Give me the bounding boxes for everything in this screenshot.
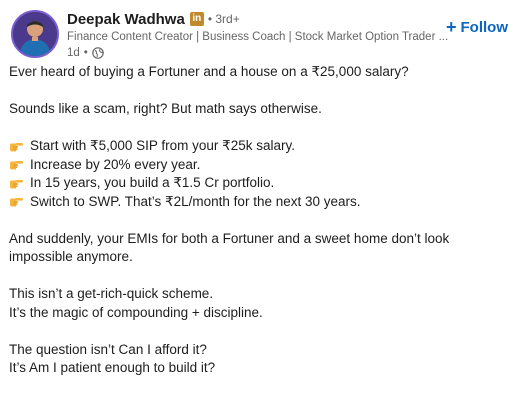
pointing-hand-icon <box>9 177 23 190</box>
meta-separator: • <box>83 47 88 59</box>
connection-degree: • 3rd+ <box>207 12 240 26</box>
follow-label: Follow <box>460 18 509 36</box>
bullet-text: In 15 years, you build a ₹1.5 Cr portfol… <box>30 175 275 190</box>
list-item: Start with ₹5,000 SIP from your ₹25k sal… <box>9 137 514 156</box>
linkedin-premium-badge-icon: in <box>189 12 204 26</box>
bullet-text: Increase by 20% every year. <box>30 156 201 172</box>
pointing-hand-icon <box>9 140 23 153</box>
question-line-2: It’s Am I patient enough to build it? <box>9 360 216 375</box>
scheme-line-1: This isn’t a get-rich-quick scheme. <box>9 286 214 301</box>
post-time: 1d <box>67 47 80 59</box>
author-name[interactable]: Deepak Wadhwa <box>67 11 185 28</box>
bullet-list: Start with ₹5,000 SIP from your ₹25k sal… <box>9 137 514 211</box>
post-paragraph-hook: Sounds like a scam, right? But math says… <box>9 100 514 119</box>
hook-text: Sounds like a scam, right? But math says… <box>9 101 322 116</box>
globe-icon <box>92 47 104 59</box>
post-paragraph-question: The question isn’t Can I afford it? It’s… <box>9 341 514 378</box>
author-headline: Finance Content Creator | Business Coach… <box>67 31 449 43</box>
author-name-row: Deepak Wadhwa in • 3rd+ <box>67 9 452 29</box>
post-paragraph-intro: Ever heard of buying a Fortuner and a ho… <box>9 63 514 82</box>
list-item: Switch to SWP. That’s ₹2L/month for the … <box>9 193 514 212</box>
author-info: Deepak Wadhwa in • 3rd+ Finance Content … <box>67 9 452 61</box>
bullet-text: Switch to SWP. That’s ₹2L/month for the … <box>30 193 361 209</box>
post-body: Ever heard of buying a Fortuner and a ho… <box>9 63 514 396</box>
list-item: Increase by 20% every year. <box>9 156 514 175</box>
question-line-1: The question isn’t Can I afford it? <box>9 341 207 357</box>
pointing-hand-icon <box>9 195 23 208</box>
intro-text: Ever heard of buying a Fortuner and a ho… <box>9 64 409 79</box>
pointing-hand-icon <box>9 158 23 171</box>
list-item: In 15 years, you build a ₹1.5 Cr portfol… <box>9 174 514 193</box>
bullet-text: Start with ₹5,000 SIP from your ₹25k sal… <box>30 138 296 153</box>
scheme-line-2: It’s the magic of compounding + discipli… <box>9 304 263 320</box>
post-meta: 1d • <box>67 45 452 61</box>
conclusion-text: And suddenly, your EMIs for both a Fortu… <box>9 230 450 265</box>
plus-icon: + <box>446 17 457 37</box>
post-paragraph-scheme: This isn’t a get-rich-quick scheme. It’s… <box>9 285 514 322</box>
follow-button[interactable]: + Follow <box>446 15 508 39</box>
author-avatar[interactable] <box>11 10 59 58</box>
avatar-photo <box>13 12 57 56</box>
post-header: Deepak Wadhwa in • 3rd+ Finance Content … <box>11 9 511 61</box>
post-paragraph-conclusion: And suddenly, your EMIs for both a Fortu… <box>9 230 514 267</box>
